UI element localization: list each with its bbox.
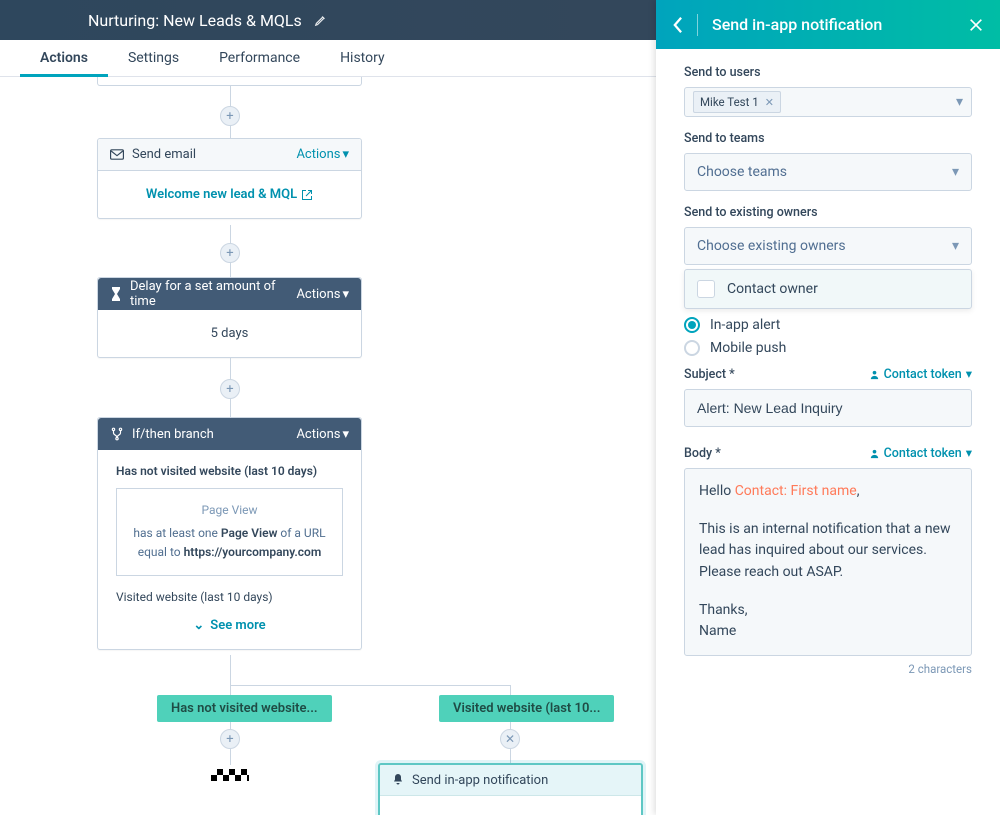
node-header: Send email Actions ▾ (98, 139, 361, 171)
radio-inapp[interactable]: In-app alert (684, 317, 972, 333)
person-icon (869, 369, 880, 380)
loading-indicator (211, 769, 249, 781)
radio-label: Mobile push (710, 340, 786, 356)
connector (230, 655, 231, 685)
side-panel: Send in-app notification Send to users M… (656, 0, 1000, 815)
node-delay[interactable]: Delay for a set amount of time Actions ▾… (97, 277, 362, 358)
caret-down-icon: ▾ (952, 238, 959, 254)
add-step-button[interactable]: + (220, 243, 240, 263)
node-header: Delay for a set amount of time Actions ▾ (98, 278, 361, 310)
node-fragment (97, 77, 362, 86)
tab-performance[interactable]: Performance (199, 40, 320, 76)
label-subject: Subject * (684, 367, 735, 382)
owners-select[interactable]: Choose existing owners ▾ (684, 227, 972, 265)
workflow-canvas[interactable]: + Send email Actions ▾ Welcome new lead … (0, 77, 656, 815)
node-actions-menu[interactable]: Actions ▾ (296, 427, 349, 442)
branch-pill-yes[interactable]: Visited website (last 10... (439, 695, 614, 722)
option-label: Contact owner (727, 281, 818, 297)
label-body: Body * (684, 446, 721, 461)
branch-icon (110, 427, 124, 441)
owners-placeholder: Choose existing owners (697, 238, 846, 254)
node-header: If/then branch Actions ▾ (98, 418, 361, 450)
caret-down-icon: ▾ (966, 445, 972, 461)
radio-icon (684, 317, 700, 333)
remove-tag-icon[interactable]: ✕ (765, 96, 774, 109)
node-actions-menu[interactable]: Actions ▾ (296, 147, 349, 162)
radio-label: In-app alert (710, 317, 780, 333)
branch-condition-heading-2: Visited website (last 10 days) (116, 590, 343, 604)
character-count: 2 characters (684, 662, 972, 676)
node-title: Send email (132, 147, 196, 162)
checkbox[interactable] (697, 280, 715, 298)
add-step-button[interactable]: + (220, 379, 240, 399)
caret-down-icon: ▾ (952, 164, 959, 180)
tab-actions[interactable]: Actions (20, 40, 108, 76)
caret-down-icon: ▾ (342, 287, 349, 302)
users-select[interactable]: Mike Test 1 ✕ ▾ (684, 87, 972, 117)
branch-pill-no[interactable]: Has not visited website... (157, 695, 332, 722)
add-step-button[interactable]: + (220, 106, 240, 126)
mail-icon (110, 149, 124, 160)
user-tag: Mike Test 1 ✕ (693, 91, 781, 113)
panel-header: Send in-app notification (656, 0, 1000, 49)
panel-title: Send in-app notification (712, 15, 954, 34)
node-title: If/then branch (132, 427, 214, 442)
node-actions-menu[interactable]: Actions ▾ (296, 287, 349, 302)
chevron-down-icon: ⌄ (193, 618, 204, 633)
label-owners: Send to existing owners (684, 205, 972, 220)
close-icon[interactable] (968, 17, 984, 33)
bell-icon (392, 773, 404, 787)
owners-dropdown-option[interactable]: Contact owner (684, 269, 972, 309)
hourglass-icon (110, 287, 122, 301)
caret-down-icon: ▾ (342, 427, 349, 442)
branch-rule: Page View has at least one Page View of … (116, 488, 343, 576)
caret-down-icon: ▾ (956, 94, 963, 110)
tab-history[interactable]: History (320, 40, 405, 76)
label-users: Send to users (684, 65, 972, 80)
caret-down-icon: ▾ (342, 147, 349, 162)
caret-down-icon: ▾ (966, 366, 972, 382)
email-link[interactable]: Welcome new lead & MQL (146, 187, 313, 202)
person-icon (869, 448, 880, 459)
body-textarea[interactable]: Hello Contact: First name, This is an in… (684, 468, 972, 656)
node-send-notification-selected[interactable]: Send in-app notification (378, 763, 643, 815)
teams-select[interactable]: Choose teams ▾ (684, 153, 972, 191)
branch-condition-heading: Has not visited website (last 10 days) (116, 464, 343, 478)
token-first-name: Contact: First name (735, 483, 857, 499)
teams-placeholder: Choose teams (697, 164, 787, 180)
node-title: Delay for a set amount of time (130, 279, 296, 309)
contact-token-link[interactable]: Contact token ▾ (869, 366, 972, 382)
rule-text: has at least one Page View of a URL equa… (131, 524, 328, 562)
radio-push[interactable]: Mobile push (684, 340, 972, 356)
delay-value: 5 days (98, 310, 361, 357)
remove-step-button[interactable]: ✕ (500, 729, 520, 749)
node-title: Send in-app notification (412, 773, 548, 788)
node-send-email[interactable]: Send email Actions ▾ Welcome new lead & … (97, 138, 362, 219)
subject-input[interactable] (684, 389, 972, 427)
tab-settings[interactable]: Settings (108, 40, 199, 76)
pencil-icon[interactable] (314, 13, 328, 27)
branch-body: Has not visited website (last 10 days) P… (98, 450, 361, 649)
back-icon[interactable] (672, 16, 683, 34)
rule-title: Page View (131, 501, 328, 520)
contact-token-link-2[interactable]: Contact token ▾ (869, 445, 972, 461)
radio-icon (684, 340, 700, 356)
workflow-title: Nurturing: New Leads & MQLs (88, 11, 302, 30)
external-link-icon (301, 189, 313, 201)
see-more-button[interactable]: ⌄ See more (116, 618, 343, 633)
label-teams: Send to teams (684, 131, 972, 146)
add-step-button[interactable]: + (220, 729, 240, 749)
connector (230, 685, 510, 686)
node-branch[interactable]: If/then branch Actions ▾ Has not visited… (97, 417, 362, 650)
